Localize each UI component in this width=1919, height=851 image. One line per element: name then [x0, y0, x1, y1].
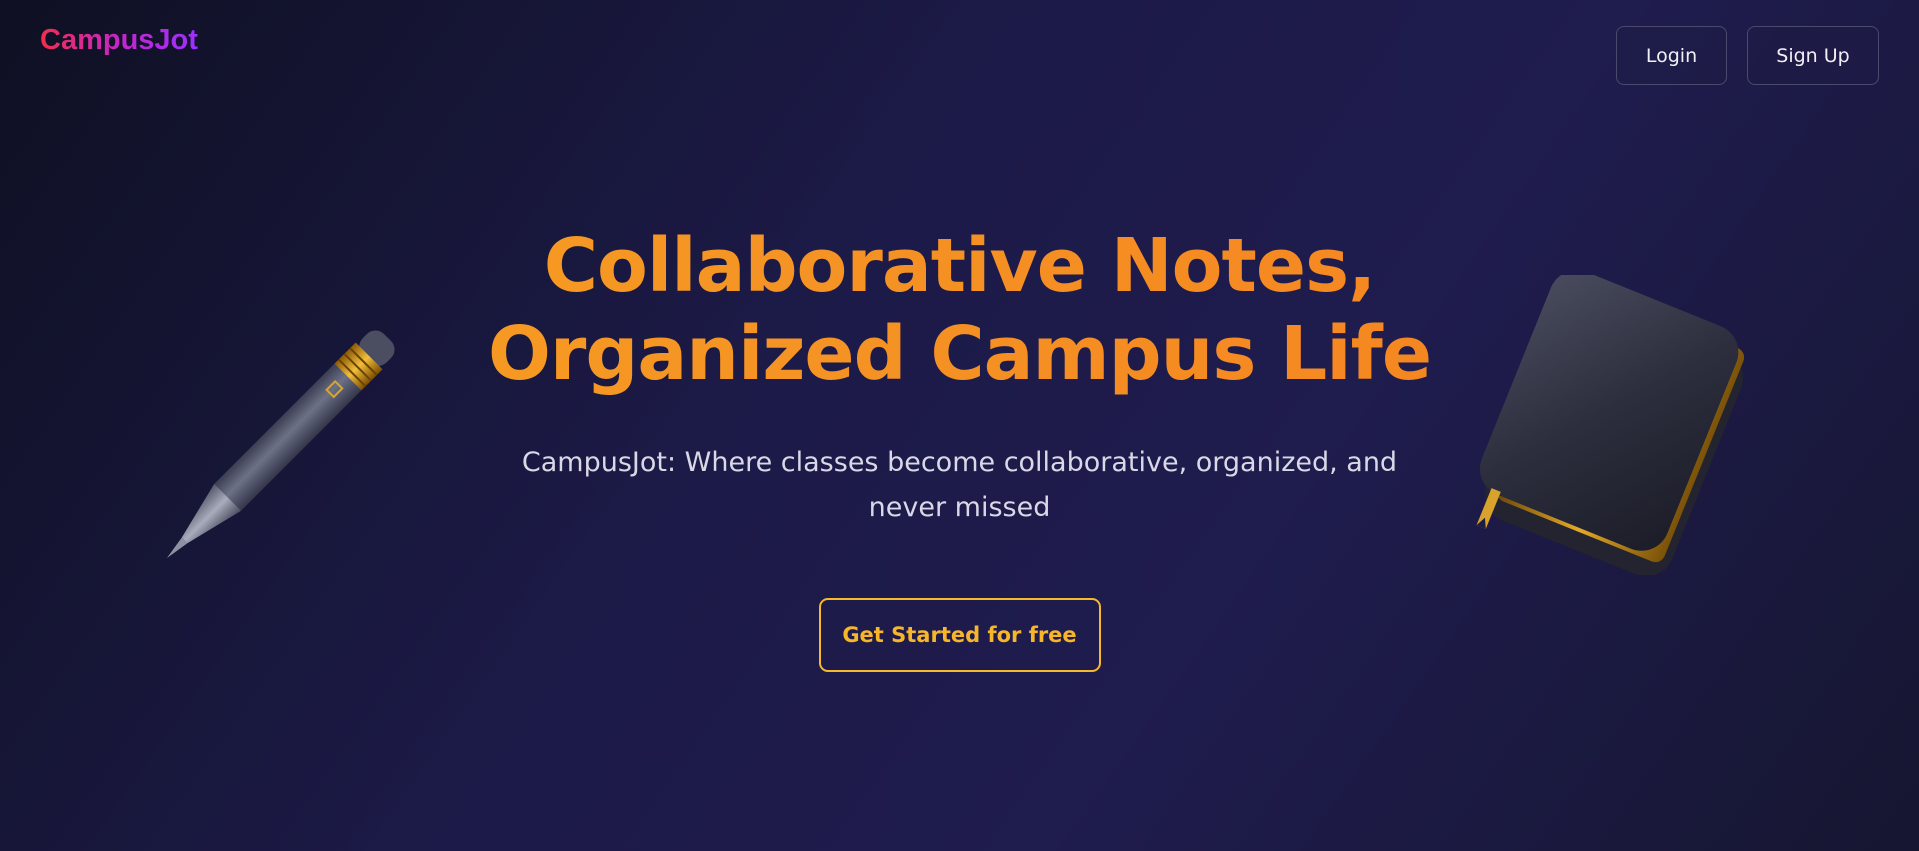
get-started-button[interactable]: Get Started for free [818, 598, 1101, 672]
signup-button[interactable]: Sign Up [1747, 26, 1879, 85]
hero-section: Collaborative Notes, Organized Campus Li… [0, 222, 1919, 672]
top-nav: Login Sign Up [1616, 26, 1879, 85]
hero-headline: Collaborative Notes, Organized Campus Li… [0, 222, 1919, 398]
headline-line-1: Collaborative Notes, [543, 223, 1376, 309]
hero-subtitle: CampusJot: Where classes become collabor… [521, 447, 1398, 523]
brand-logo[interactable]: CampusJot [40, 24, 198, 57]
login-button[interactable]: Login [1616, 26, 1727, 85]
headline-line-2: Organized Campus Life [487, 311, 1432, 397]
